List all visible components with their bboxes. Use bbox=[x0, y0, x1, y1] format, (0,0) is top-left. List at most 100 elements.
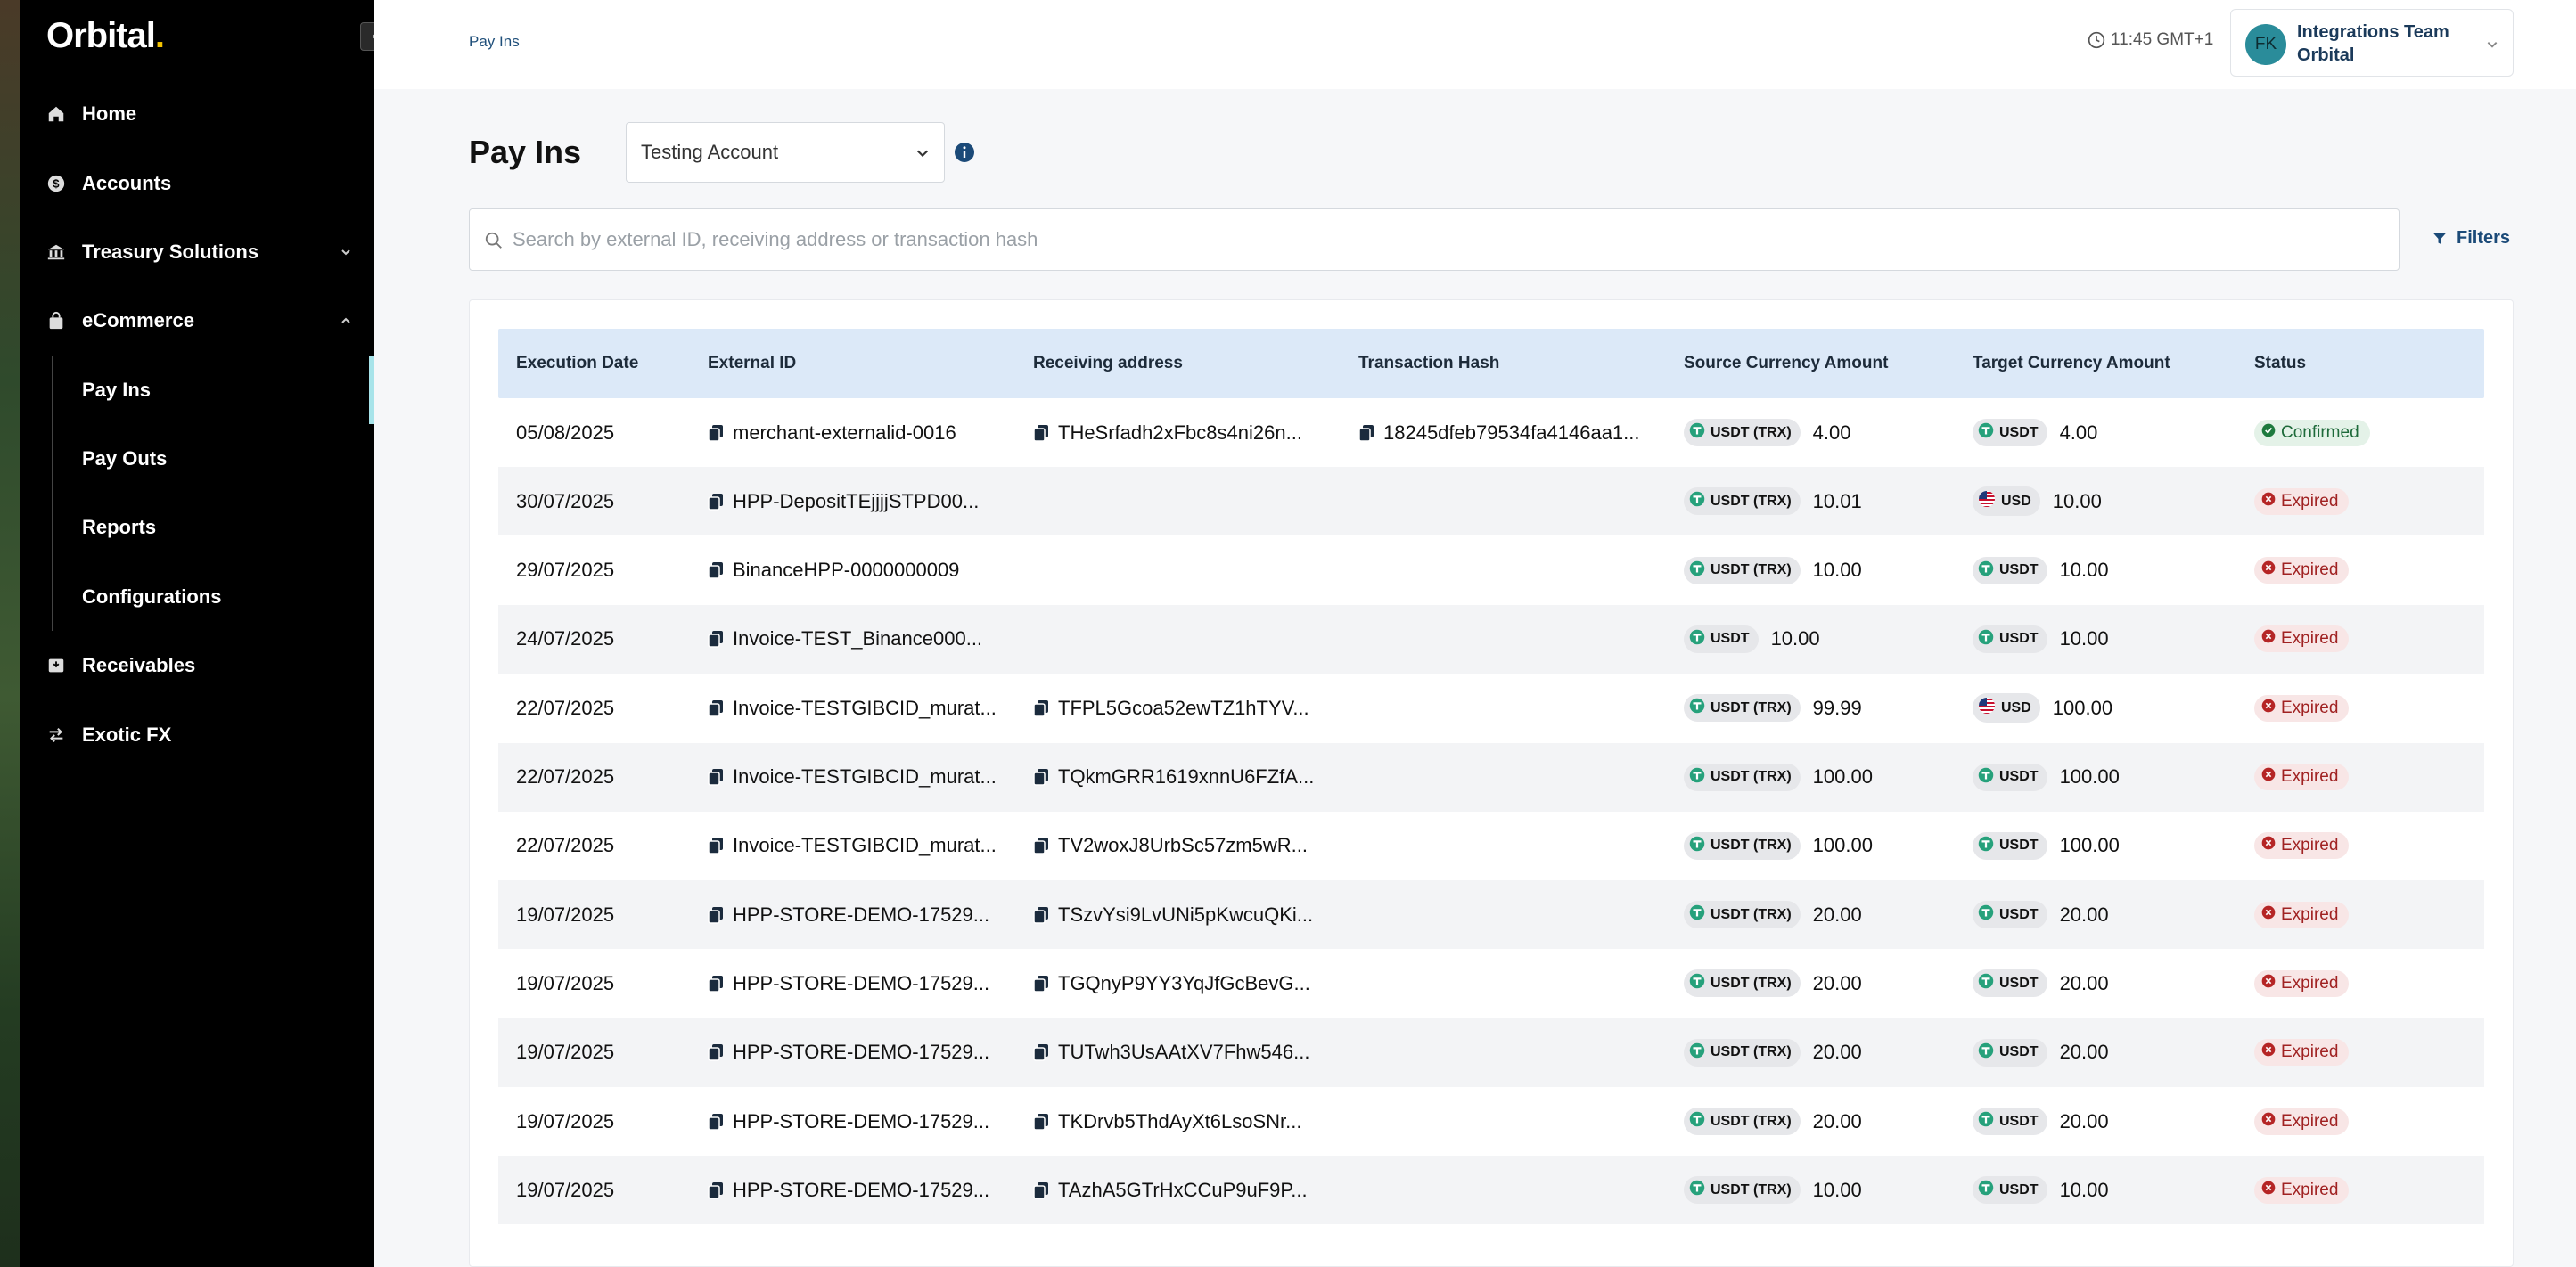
receiving-address: TAzhA5GTrHxCCuP9uF9P... bbox=[1058, 1178, 1308, 1201]
search-input[interactable] bbox=[513, 209, 2384, 270]
status-label: Expired bbox=[2281, 1042, 2339, 1062]
copy-icon[interactable] bbox=[708, 1181, 724, 1199]
table-header: Execution Date External ID Receiving add… bbox=[498, 329, 2484, 398]
source-currency-badge: USDT (TRX) bbox=[1684, 487, 1801, 516]
table-row[interactable]: 24/07/2025 Invoice-TEST_Binance000... USDT… bbox=[498, 604, 2484, 674]
external-id: merchant-externalid-0016 bbox=[733, 421, 956, 444]
cell-address: TV2woxJ8UrbSc57zm5wR... bbox=[1033, 812, 1308, 880]
copy-icon[interactable] bbox=[1358, 424, 1374, 442]
user-menu[interactable]: FK Integrations Team Orbital bbox=[2230, 9, 2514, 77]
tether-icon bbox=[1978, 973, 1994, 993]
table-row[interactable]: 19/07/2025 HPP-STORE-DEMO-17529... TGQnyP9… bbox=[498, 949, 2484, 1018]
table-row[interactable]: 19/07/2025 HPP-STORE-DEMO-17529... TAzhA5G… bbox=[498, 1156, 2484, 1225]
clock-time: 11:45 GMT+1 bbox=[2111, 30, 2214, 49]
x-circle-icon bbox=[2261, 1112, 2276, 1132]
account-select[interactable]: Testing Account bbox=[626, 122, 945, 183]
tether-icon bbox=[1689, 1111, 1705, 1132]
cell-date: 22/07/2025 bbox=[516, 812, 614, 880]
cell-target-amount: USDT 10.00 bbox=[1973, 1156, 2109, 1224]
source-amount: 100.00 bbox=[1812, 765, 1873, 788]
copy-icon[interactable] bbox=[708, 493, 724, 511]
sidebar-subitem-reports[interactable]: Reports bbox=[82, 507, 156, 548]
payins-table: Execution Date External ID Receiving add… bbox=[469, 299, 2514, 1267]
cell-address: TKDrvb5ThdAyXt6LsoSNr... bbox=[1033, 1087, 1302, 1156]
copy-icon[interactable] bbox=[1033, 906, 1049, 924]
cell-status: Expired bbox=[2254, 1156, 2350, 1224]
copy-icon[interactable] bbox=[1033, 975, 1049, 993]
sidebar-item-home[interactable]: Home bbox=[20, 92, 374, 136]
sidebar-item-exotic-fx[interactable]: Exotic FX bbox=[20, 713, 374, 757]
sidebar-subitem-pay-ins[interactable]: Pay Ins bbox=[82, 370, 151, 411]
copy-icon[interactable] bbox=[1033, 1181, 1049, 1199]
copy-icon[interactable] bbox=[708, 768, 724, 786]
breadcrumb[interactable]: Pay Ins bbox=[469, 33, 520, 51]
table-row[interactable]: 30/07/2025 HPP-DepositTEjjjjSTPD00... USDT… bbox=[498, 467, 2484, 536]
table-row[interactable]: 22/07/2025 Invoice-TESTGIBCID_murat... TFP… bbox=[498, 674, 2484, 742]
execution-date: 22/07/2025 bbox=[516, 834, 615, 857]
cell-date: 19/07/2025 bbox=[516, 1156, 614, 1224]
copy-icon[interactable] bbox=[1033, 424, 1049, 442]
copy-icon[interactable] bbox=[708, 630, 724, 649]
cell-external-id: HPP-STORE-DEMO-17529... bbox=[708, 949, 989, 1018]
target-amount: 100.00 bbox=[2052, 696, 2113, 719]
info-icon[interactable] bbox=[954, 142, 975, 163]
cell-external-id: Invoice-TESTGIBCID_murat... bbox=[708, 743, 997, 812]
table-row[interactable]: 22/07/2025 Invoice-TESTGIBCID_murat... TV2… bbox=[498, 812, 2484, 880]
external-id: HPP-STORE-DEMO-17529... bbox=[733, 1178, 990, 1201]
x-circle-icon bbox=[2261, 560, 2276, 580]
cell-status: Expired bbox=[2254, 743, 2350, 812]
sidebar-subitem-configurations[interactable]: Configurations bbox=[82, 576, 221, 617]
table-row[interactable]: 29/07/2025 BinanceHPP-0000000009 USDT (TRX… bbox=[498, 536, 2484, 605]
copy-icon[interactable] bbox=[708, 424, 724, 442]
orbital-logo[interactable]: Orbital. bbox=[46, 16, 165, 56]
source-amount: 4.00 bbox=[1812, 421, 1851, 444]
external-id: Invoice-TESTGIBCID_murat... bbox=[733, 696, 997, 719]
copy-icon[interactable] bbox=[1033, 837, 1049, 855]
cell-address: TUTwh3UsAAtXV7Fhw546... bbox=[1033, 1018, 1309, 1087]
cell-target-amount: USDT 20.00 bbox=[1973, 1018, 2109, 1087]
tether-icon bbox=[1689, 973, 1705, 993]
execution-date: 19/07/2025 bbox=[516, 1041, 615, 1064]
table-row[interactable]: 19/07/2025 HPP-STORE-DEMO-17529... TSzvYsi… bbox=[498, 880, 2484, 950]
copy-icon[interactable] bbox=[708, 561, 724, 579]
sidebar-item-ecommerce[interactable]: eCommerce bbox=[20, 298, 374, 343]
sidebar-item-accounts[interactable]: $ Accounts bbox=[20, 161, 374, 206]
cell-address: TAzhA5GTrHxCCuP9uF9P... bbox=[1033, 1156, 1308, 1224]
table-row[interactable]: 22/07/2025 Invoice-TESTGIBCID_murat... TQk… bbox=[498, 742, 2484, 812]
source-currency-badge: USDT (TRX) bbox=[1684, 969, 1801, 998]
copy-icon[interactable] bbox=[708, 837, 724, 855]
sidebar-subitem-pay-outs[interactable]: Pay Outs bbox=[82, 438, 167, 479]
copy-icon[interactable] bbox=[708, 699, 724, 717]
tether-icon bbox=[1689, 904, 1705, 925]
target-amount: 20.00 bbox=[2059, 903, 2109, 926]
chevron-down-icon bbox=[341, 249, 350, 256]
status-badge: Expired bbox=[2254, 487, 2350, 515]
table-row[interactable]: 05/08/2025 merchant-externalid-0016 THeSrf… bbox=[498, 398, 2484, 467]
sidebar-item-receivables[interactable]: Receivables bbox=[20, 643, 374, 688]
table-row[interactable]: 19/07/2025 HPP-STORE-DEMO-17529... TUTwh3U… bbox=[498, 1018, 2484, 1087]
receiving-address: TGQnyP9YY3YqJfGcBevG... bbox=[1058, 971, 1310, 994]
sidebar-item-treasury-solutions[interactable]: Treasury Solutions bbox=[20, 230, 374, 274]
target-currency-badge: USD bbox=[1973, 693, 2040, 723]
copy-icon[interactable] bbox=[1033, 699, 1049, 717]
x-circle-icon bbox=[2261, 1181, 2276, 1200]
sidebar-item-label: Receivables bbox=[82, 654, 196, 676]
filters-button[interactable]: Filters bbox=[2432, 228, 2510, 249]
copy-icon[interactable] bbox=[708, 906, 724, 924]
table-row[interactable]: 19/07/2025 HPP-STORE-DEMO-17529... TKDrvb5… bbox=[498, 1087, 2484, 1156]
copy-icon[interactable] bbox=[1033, 1043, 1049, 1061]
currency-label: USD bbox=[2001, 493, 2031, 509]
copy-icon[interactable] bbox=[708, 975, 724, 993]
external-id: HPP-DepositTEjjjjSTPD00... bbox=[733, 489, 980, 512]
cell-status: Expired bbox=[2254, 1018, 2350, 1087]
cell-external-id: HPP-STORE-DEMO-17529... bbox=[708, 1087, 989, 1156]
page-title: Pay Ins bbox=[469, 134, 582, 170]
copy-icon[interactable] bbox=[1033, 768, 1049, 786]
cell-date: 19/07/2025 bbox=[516, 1018, 614, 1087]
copy-icon[interactable] bbox=[1033, 1113, 1049, 1131]
cell-date: 19/07/2025 bbox=[516, 880, 614, 949]
copy-icon[interactable] bbox=[708, 1113, 724, 1131]
chevron-down-icon bbox=[2487, 42, 2498, 48]
copy-icon[interactable] bbox=[708, 1043, 724, 1061]
currency-label: USDT (TRX) bbox=[1710, 975, 1792, 991]
